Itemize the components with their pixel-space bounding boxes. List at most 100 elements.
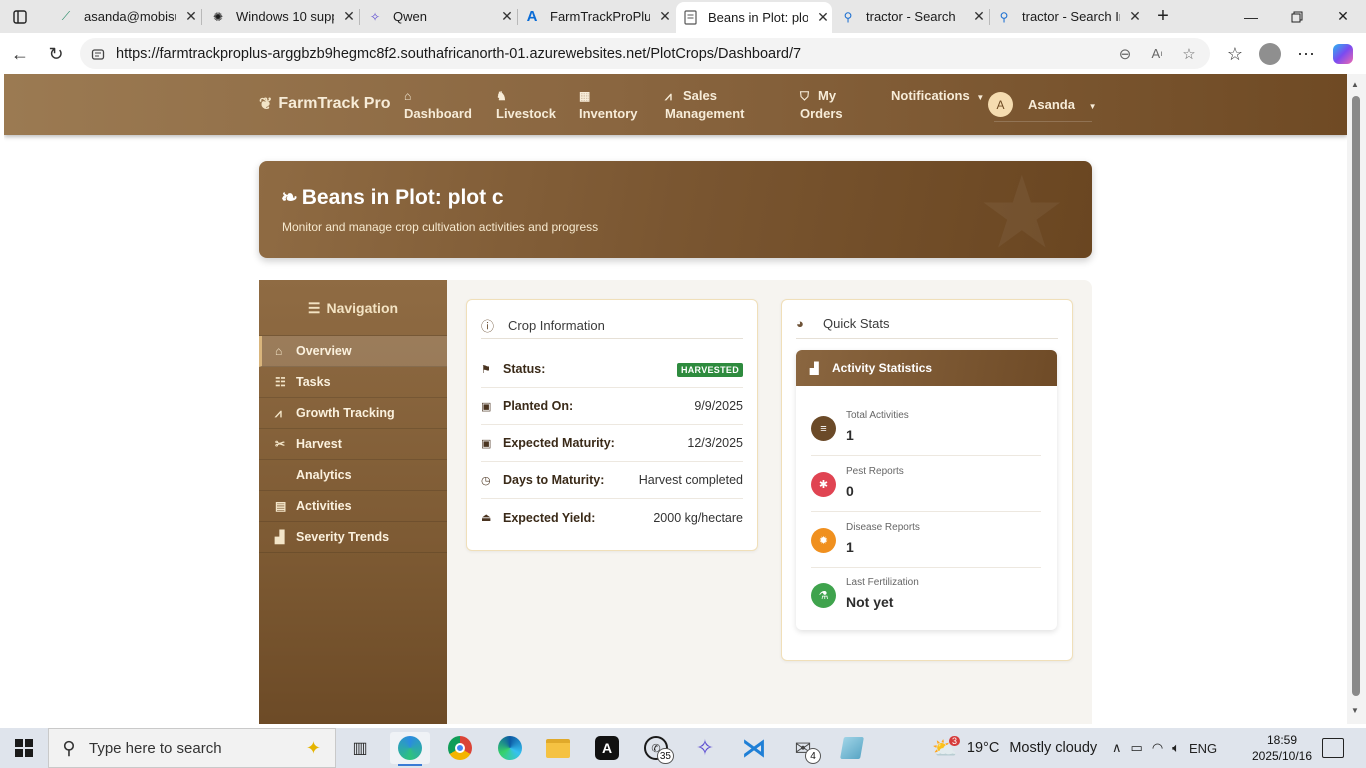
brand-link[interactable]: ❦ FarmTrack Pro <box>259 94 390 114</box>
tab-actions-button[interactable] <box>0 0 40 33</box>
status-badge: HARVESTED <box>676 363 743 377</box>
browser-tab[interactable]: ⚲ tractor - Search Images ✕ <box>990 2 1144 31</box>
sidebar-item-label: Severity Trends <box>296 530 390 544</box>
new-tab-button[interactable]: + <box>1140 0 1186 33</box>
sidebar-item-activities[interactable]: ▤ Activities <box>259 491 447 522</box>
info-row-expected-yield: ⏏ Expected Yield: 2000 kg/hectare <box>481 499 743 536</box>
sidebar-item-harvest[interactable]: ✂ Harvest <box>259 429 447 460</box>
wifi-icon[interactable]: ◠ <box>1152 740 1163 756</box>
taskbar-chrome[interactable] <box>440 732 480 764</box>
search-icon: ⚲ <box>999 9 1009 24</box>
taskbar-edge-dev[interactable] <box>390 732 430 766</box>
restore-icon <box>1291 11 1303 22</box>
site-info-icon[interactable] <box>80 47 116 61</box>
horse-icon: ♞ <box>496 89 507 103</box>
user-dropdown[interactable]: Asanda ▼ <box>1028 97 1097 112</box>
minimize-button[interactable]: — <box>1228 0 1274 33</box>
nav-label: Livestock <box>496 106 556 121</box>
address-bar[interactable]: https://farmtrackproplus-arggbzb9hegmc8f… <box>80 38 1210 69</box>
taskbar-notes-app[interactable] <box>832 732 872 764</box>
browser-tab[interactable]: A FarmTrackProPlus ✕ <box>518 2 674 31</box>
profile-button[interactable] <box>1257 41 1283 67</box>
nav-my-orders[interactable]: ⛉ My Orders <box>800 87 843 123</box>
stat-pest-reports: ✱ Pest Reports 0 <box>811 456 1041 512</box>
sidebar-item-label: Overview <box>296 344 352 358</box>
browser-tab[interactable]: ⟋ asanda@mobisuite ✕ <box>48 2 200 31</box>
show-hidden-icons-icon[interactable]: ∧ <box>1112 740 1122 756</box>
taskbar-qwen[interactable]: ✧ <box>685 732 725 764</box>
sidebar: ☰ Navigation ⌂ Overview ☷ Tasks ⩘ Growth … <box>259 280 447 724</box>
sidebar-item-severity-trends[interactable]: ▟ Severity Trends <box>259 522 447 553</box>
caret-down-icon: ▼ <box>976 93 985 102</box>
weather-widget[interactable]: ⛅ 3 19°C Mostly cloudy <box>932 728 1097 768</box>
scroll-down-arrow-icon[interactable]: ▼ <box>1351 706 1359 715</box>
taskbar-mail[interactable]: ✉ 4 <box>783 732 823 764</box>
taskbar-vscode[interactable]: ⋊ <box>734 732 774 764</box>
favorite-star-icon[interactable]: ☆ <box>1176 41 1202 67</box>
avatar[interactable]: A <box>988 92 1013 117</box>
scrollbar-thumb[interactable] <box>1352 96 1360 696</box>
tab-close-button[interactable]: ✕ <box>656 8 674 25</box>
browser-tab[interactable]: ⚲ tractor - Search ✕ <box>834 2 988 31</box>
taskbar-file-explorer[interactable] <box>538 732 578 764</box>
flask-icon: ⚗ <box>811 583 836 608</box>
nav-inventory[interactable]: ▦ Inventory <box>579 87 638 123</box>
favorites-button[interactable]: ☆ <box>1222 41 1248 67</box>
chatgpt-icon: ✺ <box>212 9 224 24</box>
settings-menu-button[interactable]: ⋯ <box>1293 41 1319 67</box>
url-text[interactable]: https://farmtrackproplus-arggbzb9hegmc8f… <box>116 46 1112 62</box>
browser-tab-active[interactable]: Beans in Plot: plot c ✕ <box>676 2 832 33</box>
chart-line-icon: ⩘ <box>275 405 282 420</box>
stat-label: Last Fertilization <box>846 577 919 588</box>
read-aloud-icon[interactable]: Aı <box>1144 41 1170 67</box>
system-clock[interactable]: 18:59 2025/10/16 <box>1245 732 1319 764</box>
sidebar-item-tasks[interactable]: ☷ Tasks <box>259 367 447 398</box>
tab-close-button[interactable]: ✕ <box>970 8 988 25</box>
system-tray: ∧ ▭ ◠ 🔈︎ ENG <box>1112 728 1217 768</box>
info-label: Status: <box>503 362 546 376</box>
app-navbar: ❦ FarmTrack Pro ⌂ Dashboard ♞ Livestock … <box>4 74 1347 135</box>
qwen-icon: ✧ <box>369 9 381 24</box>
page-scrollbar[interactable]: ▲ ▼ <box>1347 74 1366 724</box>
search-icon: ⚲ <box>843 9 853 24</box>
clock-time: 18:59 <box>1266 733 1298 747</box>
nav-dashboard[interactable]: ⌂ Dashboard <box>404 87 472 123</box>
browser-tab[interactable]: ✺ Windows 10 support ✕ <box>202 2 358 31</box>
sidebar-item-overview[interactable]: ⌂ Overview <box>259 336 447 367</box>
sidebar-item-analytics[interactable]: Analytics <box>259 460 447 491</box>
language-indicator[interactable]: ENG <box>1189 741 1217 756</box>
divider <box>481 338 743 339</box>
tab-close-button[interactable]: ✕ <box>814 9 832 26</box>
notifications-dropdown[interactable]: Notifications ▼ <box>891 88 984 103</box>
scroll-up-arrow-icon[interactable]: ▲ <box>1351 80 1359 89</box>
browser-tab[interactable]: ✧ Qwen ✕ <box>360 2 516 31</box>
taskbar-search-input[interactable]: ⚲ Type here to search ✦ <box>48 728 336 768</box>
tab-close-button[interactable]: ✕ <box>498 8 516 25</box>
tab-close-button[interactable]: ✕ <box>182 8 200 25</box>
back-button[interactable]: ← <box>7 41 33 67</box>
nav-sales-management[interactable]: ⩘ Sales Management <box>665 87 744 123</box>
battery-icon[interactable]: ▭ <box>1131 740 1143 756</box>
restore-button[interactable] <box>1274 0 1320 33</box>
copilot-button[interactable] <box>1330 41 1356 67</box>
notification-center-icon[interactable] <box>1322 738 1344 758</box>
taskbar-app-a[interactable]: A <box>587 732 627 764</box>
sidebar-item-growth-tracking[interactable]: ⩘ Growth Tracking <box>259 398 447 429</box>
page-icon <box>682 10 698 26</box>
volume-icon[interactable]: 🔈︎ <box>1172 740 1180 756</box>
page-subtitle: Monitor and manage crop cultivation acti… <box>282 220 599 234</box>
refresh-button[interactable]: ↻ <box>43 41 69 67</box>
start-button[interactable] <box>0 728 48 768</box>
nav-livestock[interactable]: ♞ Livestock <box>496 87 556 123</box>
task-view-button[interactable]: ▥ <box>340 732 380 764</box>
brand-name: FarmTrack Pro <box>278 95 391 112</box>
calendar-check-icon: ▣ <box>481 437 492 450</box>
zoom-out-icon[interactable]: ⊖ <box>1112 41 1138 67</box>
sidebar-item-label: Tasks <box>296 375 331 389</box>
taskbar-whatsapp[interactable]: ✆ 35 <box>636 732 676 764</box>
stat-value: 1 <box>846 427 854 443</box>
tab-close-button[interactable]: ✕ <box>340 8 358 25</box>
taskbar-edge[interactable] <box>490 732 530 764</box>
window-close-button[interactable]: ✕ <box>1320 0 1366 33</box>
chart-line-icon: ⩘ <box>665 89 672 103</box>
